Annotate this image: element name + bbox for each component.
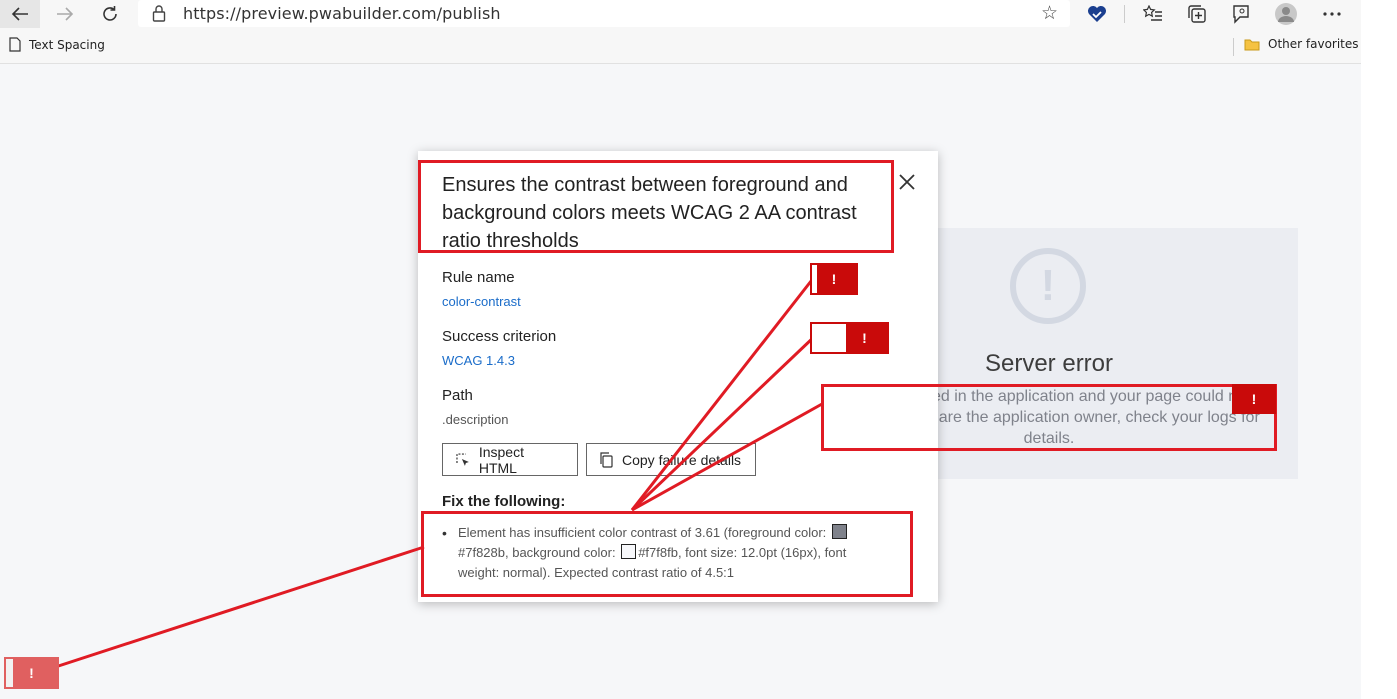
flag-blank <box>812 324 846 352</box>
fix-item-highlight-box <box>421 511 913 597</box>
flag-exclamation-icon: ! <box>1251 391 1257 407</box>
flag-exclamation-icon: ! <box>831 271 837 287</box>
error-message-highlight-box <box>821 384 1277 451</box>
title-highlight-box <box>418 160 894 253</box>
annotation-flag[interactable]: ! <box>810 322 889 354</box>
browser-window: https://preview.pwabuilder.com/publish ☆… <box>0 0 1397 699</box>
flag-blank <box>812 265 817 293</box>
annotation-flag[interactable]: ! <box>1232 384 1276 414</box>
flag-exclamation-icon: ! <box>862 330 867 346</box>
flag-exclamation-icon: ! <box>29 665 34 681</box>
annotation-flag[interactable]: ! <box>810 263 858 295</box>
annotation-flag[interactable]: ! <box>4 657 59 689</box>
flag-blank <box>6 659 13 687</box>
